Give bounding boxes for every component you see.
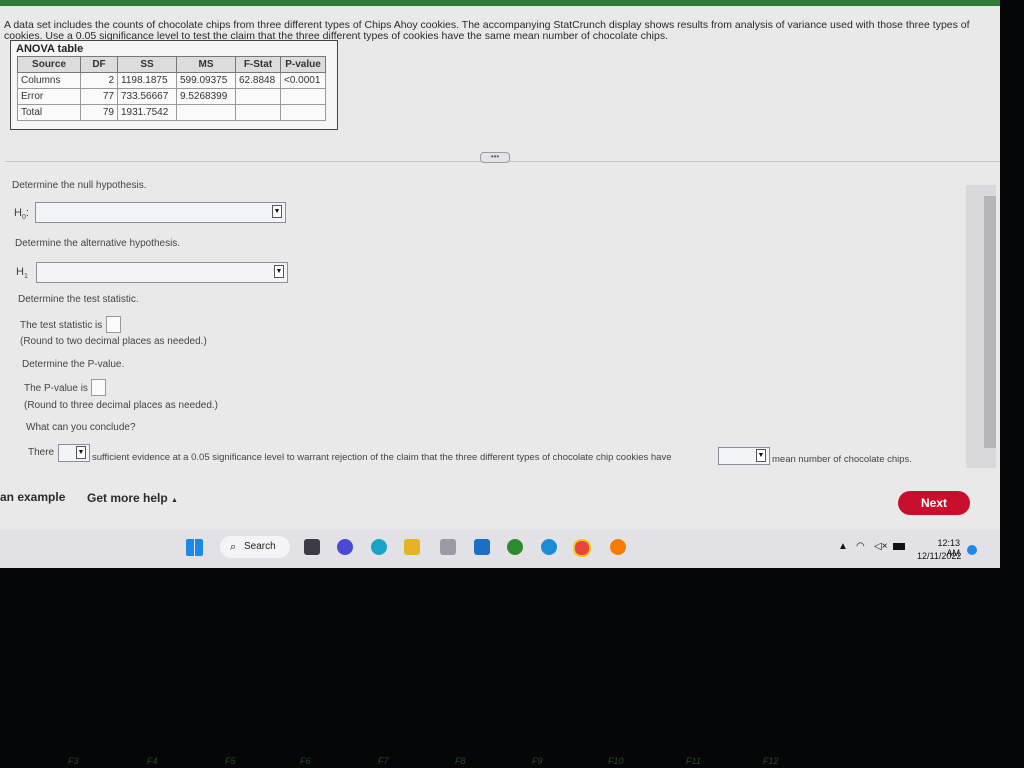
get-more-help-button[interactable]: Get more help ▲ [87,491,178,505]
h1-label: H1 [16,266,28,281]
keyboard-key-f7: F7 [378,756,389,766]
cell: <0.0001 [280,72,326,89]
cell [280,88,326,105]
conclusion-text: sufficient evidence at a 0.05 significan… [92,452,672,463]
null-hypothesis-prompt: Determine the null hypothesis. [12,180,147,191]
next-button[interactable]: Next [898,491,970,515]
cell: 77 [80,88,118,105]
store-icon[interactable] [440,539,456,555]
search-icon: ⌕ [230,541,237,553]
xbox-icon[interactable] [507,539,523,555]
chevron-down-icon: ▼ [76,446,86,459]
cell: 599.09375 [176,72,236,89]
chrome-icon[interactable] [573,539,591,557]
battery-icon[interactable] [893,543,905,550]
keyboard-key-f9: F9 [532,756,543,766]
keyboard-key-f4: F4 [147,756,158,766]
teams-chat-icon[interactable] [337,539,353,555]
conclusion-there: There [28,447,55,458]
anova-table: Source DF SS MS F-Stat P-value Columns 2… [17,56,326,121]
cell [176,104,236,121]
keyboard-key-f12: F12 [763,756,779,766]
anova-table-panel: ANOVA table Source DF SS MS F-Stat P-val… [10,40,338,130]
col-fstat: F-Stat [235,56,281,73]
test-statistic-text: The test statistic is [20,320,103,331]
col-source: Source [17,56,81,73]
cell: 62.8848 [235,72,281,89]
conclusion-mean-dropdown[interactable]: ▼ [718,447,770,465]
cell [280,104,326,121]
keyboard-key-f11: F11 [686,756,701,766]
keyboard-key-f6: F6 [300,756,311,766]
keyboard-key-f10: F10 [608,756,624,766]
view-example-link[interactable]: an example [0,490,65,504]
h1-dropdown[interactable]: ▼ [36,262,288,283]
windows-start-icon[interactable] [186,539,203,556]
p-value-text: The P-value is [24,383,88,394]
cell: Error [17,88,81,105]
anova-title: ANOVA table [16,43,84,55]
cell [235,88,281,105]
cell: 2 [80,72,118,89]
test-statistic-prompt: Determine the test statistic. [18,294,139,305]
taskbar [0,530,1000,568]
cell: 733.56667 [117,88,177,105]
h0-label: H0: [14,207,29,222]
app-icon-orange[interactable] [610,539,626,555]
chevron-down-icon: ▼ [272,205,282,218]
taskbar-date[interactable]: 12/11/2022 [917,551,961,561]
cell: 1931.7542 [117,104,177,121]
test-statistic-round-note: (Round to two decimal places as needed.) [20,336,207,347]
task-view-icon[interactable] [304,539,320,555]
notification-icon[interactable] [967,545,977,555]
taskbar-search[interactable]: ⌕ Search [220,536,290,558]
table-row: Columns 2 1198.1875 599.09375 62.8848 <0… [17,72,326,89]
chevron-down-icon: ▼ [274,265,284,278]
browser-screen: A data set includes the counts of chocol… [0,0,1000,568]
col-ms: MS [176,56,236,73]
col-df: DF [80,56,118,73]
file-explorer-icon[interactable] [404,539,420,555]
p-value-input[interactable] [91,379,106,396]
cell: 79 [80,104,118,121]
cell: Total [17,104,81,121]
table-row: Total 79 1931.7542 [17,104,326,121]
problem-statement: A data set includes the counts of chocol… [4,20,994,42]
wifi-icon[interactable]: ◠ [856,541,865,552]
search-label: Search [244,541,276,552]
tray-overflow-icon[interactable]: ▲ [838,541,848,552]
conclusion-evidence-dropdown[interactable]: ▼ [58,444,90,462]
chevron-down-icon: ▼ [756,449,766,462]
mail-icon[interactable] [474,539,490,555]
anova-header-row: Source DF SS MS F-Stat P-value [17,56,326,73]
alt-hypothesis-prompt: Determine the alternative hypothesis. [15,238,181,249]
cell: 9.5268399 [176,88,236,105]
scrollbar-thumb[interactable] [984,196,996,448]
cell [235,104,281,121]
p-value-prompt: Determine the P-value. [22,359,125,370]
conclusion-prompt: What can you conclude? [26,422,136,433]
col-ss: SS [117,56,177,73]
test-statistic-input[interactable] [106,316,121,333]
p-value-round-note: (Round to three decimal places as needed… [24,400,219,411]
keyboard-key-f8: F8 [455,756,466,766]
keyboard-key-f5: F5 [225,756,236,766]
keyboard-key-f3: F3 [68,756,79,766]
cell: Columns [17,72,81,89]
cell: 1198.1875 [117,72,177,89]
volume-icon[interactable]: ◁× [874,541,888,552]
edge-browser-icon[interactable] [371,539,387,555]
conclusion-end-text: mean number of chocolate chips. [772,454,912,465]
h0-dropdown[interactable]: ▼ [35,202,286,223]
top-accent-bar [0,0,1000,6]
col-pvalue: P-value [280,56,326,73]
app-icon[interactable] [541,539,557,555]
table-row: Error 77 733.56667 9.5268399 [17,88,326,105]
expand-button[interactable]: ••• [480,152,510,163]
